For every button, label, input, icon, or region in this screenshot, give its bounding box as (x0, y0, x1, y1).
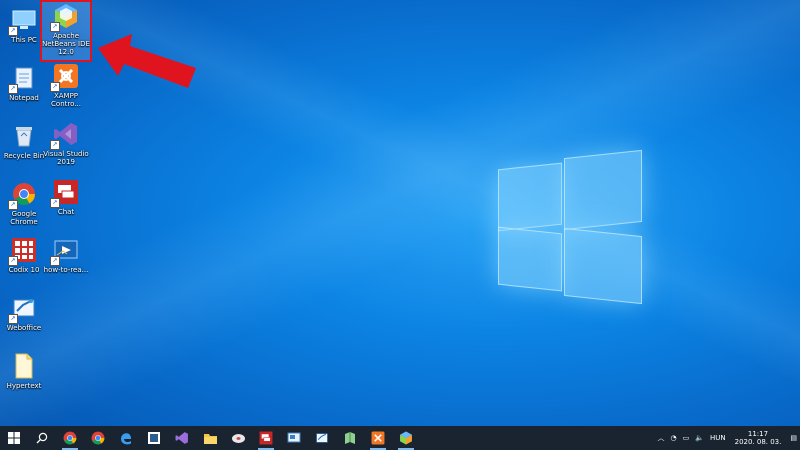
taskbar-app-book[interactable] (336, 426, 364, 450)
file-icon (10, 352, 38, 380)
netbeans-icon (400, 431, 412, 445)
xampp-icon (371, 431, 385, 445)
desktop-icon-this-pc[interactable]: ↗ This PC (0, 6, 48, 44)
taskbar-app-window[interactable] (140, 426, 168, 450)
screen-icon (287, 432, 301, 443)
windows-logo-wallpaper (496, 149, 644, 305)
icon-label: how-to-rea... (43, 266, 89, 274)
taskbar-app-disk[interactable] (224, 426, 252, 450)
desktop-icon-codix[interactable]: ↗ Codix 10 (0, 236, 48, 274)
taskbar-app-screen[interactable] (280, 426, 308, 450)
windows-icon (8, 432, 20, 444)
visual-studio-icon (175, 432, 188, 444)
desktop-icon-visual-studio[interactable]: ↗ Visual Studio 2019 (42, 120, 90, 166)
computer-icon: ↗ (8, 6, 38, 36)
desktop-icon-google-chrome[interactable]: ↗ Google Chrome (0, 180, 48, 226)
taskbar: ︿ ◔ ▭ 🔈 HUN 11:17 2020. 08. 03. ▤ (0, 426, 800, 450)
search-button[interactable] (28, 426, 56, 450)
book-icon (345, 432, 355, 444)
icon-label: This PC (11, 36, 37, 44)
clock-time: 11:17 (747, 430, 769, 438)
icon-label: Weboffice (6, 324, 42, 332)
recycle-bin-icon (10, 122, 38, 150)
visual-studio-icon: ↗ (50, 120, 80, 150)
chat-icon (259, 431, 273, 445)
desktop-icon-xampp[interactable]: ↗ XAMPP Contro... (42, 62, 90, 108)
taskbar-netbeans[interactable] (392, 426, 420, 450)
red-arrow-annotation (98, 34, 196, 88)
icon-label: Google Chrome (10, 210, 38, 226)
taskbar-xampp[interactable] (364, 426, 392, 450)
chevron-up-icon[interactable]: ︿ (658, 433, 665, 443)
battery-icon[interactable]: ▭ (683, 434, 690, 442)
desktop-icon-weboffice[interactable]: ↗ Weboffice (0, 294, 48, 332)
taskbar-edge[interactable] (112, 426, 140, 450)
taskbar-file-explorer[interactable] (196, 426, 224, 450)
clock-date: 2020. 08. 03. (734, 438, 782, 446)
notification-icon[interactable]: ▤ (790, 434, 797, 442)
taskbar-visual-studio[interactable] (168, 426, 196, 450)
xampp-icon: ↗ (50, 62, 80, 92)
app-window-icon (148, 432, 160, 444)
taskbar-chrome[interactable] (56, 426, 84, 450)
notepad-icon: ↗ (8, 64, 38, 94)
desktop-icon-chat[interactable]: ↗ Chat (42, 178, 90, 216)
icon-label: Notepad (9, 94, 39, 102)
desktop-icon-hypertext[interactable]: Hypertext (0, 352, 48, 390)
desktop-icon-recycle-bin[interactable]: Recycle Bin (0, 122, 48, 160)
language-indicator[interactable]: HUN (710, 434, 726, 442)
icon-label: Apache NetBeans IDE 12.0 (42, 32, 90, 56)
icon-label: Recycle Bin (3, 152, 45, 160)
chrome-icon (63, 431, 77, 445)
folder-icon (203, 433, 217, 444)
taskbar-chrome-profile[interactable] (84, 426, 112, 450)
chat-icon: ↗ (50, 178, 80, 208)
icon-label: XAMPP Contro... (51, 92, 81, 108)
clock[interactable]: 11:17 2020. 08. 03. (735, 430, 782, 446)
weboffice-icon (316, 433, 328, 443)
taskbar-chat[interactable] (252, 426, 280, 450)
taskbar-weboffice[interactable] (308, 426, 336, 450)
disk-icon (231, 433, 245, 443)
icon-label: Chat (57, 208, 75, 216)
icon-label: Hypertext (6, 382, 42, 390)
wifi-icon[interactable]: ◔ (671, 434, 677, 442)
desktop-icon-netbeans[interactable]: ↗ Apache NetBeans IDE 12.0 (40, 0, 92, 62)
chrome-icon: ↗ (8, 180, 38, 210)
video-icon: ↗ (50, 236, 80, 266)
netbeans-icon: ↗ (50, 2, 80, 32)
start-button[interactable] (0, 426, 28, 450)
chrome-icon (91, 431, 105, 445)
codix-icon: ↗ (8, 236, 38, 266)
weboffice-icon: ↗ (8, 294, 38, 324)
icon-label: Visual Studio 2019 (43, 150, 89, 166)
search-icon (36, 432, 48, 444)
desktop-icon-notepad[interactable]: ↗ Notepad (0, 64, 48, 102)
desktop-icon-how-to-read[interactable]: ↗ how-to-rea... (42, 236, 90, 274)
system-tray: ︿ ◔ ▭ 🔈 HUN 11:17 2020. 08. 03. ▤ (655, 426, 800, 450)
icon-label: Codix 10 (8, 266, 40, 274)
volume-icon[interactable]: 🔈 (695, 434, 704, 442)
edge-icon (121, 433, 131, 445)
